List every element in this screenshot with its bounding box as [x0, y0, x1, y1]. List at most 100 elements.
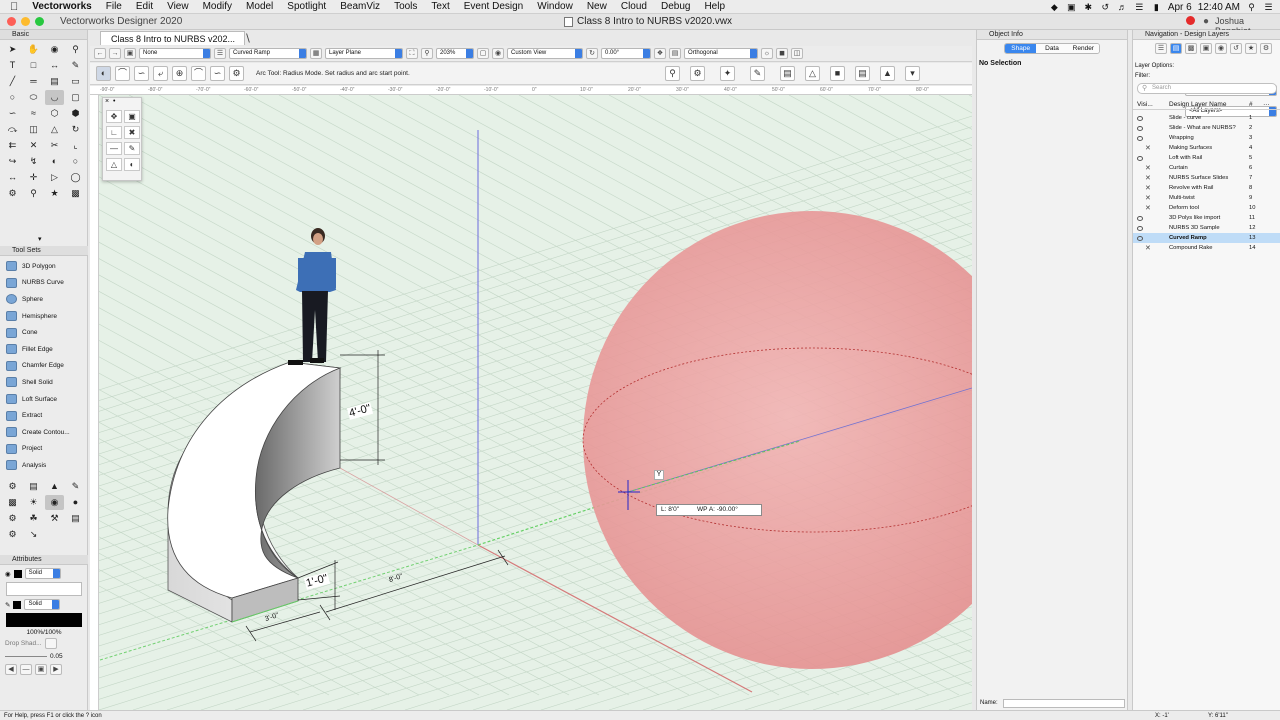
arc-center-mode-icon[interactable]: ⊕ — [172, 66, 187, 81]
zoom-dropdown[interactable]: 203% — [436, 48, 474, 59]
snap-loupe-icon[interactable]: ⚲ — [665, 66, 680, 81]
layer-name[interactable]: Slide - curve — [1169, 115, 1201, 121]
offset-tool-icon[interactable]: ◫ — [24, 122, 43, 137]
flyover-tool-icon[interactable]: ◉ — [45, 42, 64, 57]
nav-references-icon[interactable]: ↺ — [1230, 43, 1242, 54]
visible-eye-icon[interactable] — [1137, 115, 1143, 121]
arc-chord-mode-icon[interactable]: ⌒ — [191, 66, 206, 81]
arc-radius-mode-icon[interactable]: ◐ — [96, 66, 111, 81]
layer-row[interactable]: Wrapping 3 — [1133, 133, 1280, 143]
wp-plane-icon[interactable]: △ — [106, 158, 122, 171]
wp-rotate-icon[interactable]: ∟ — [106, 126, 122, 139]
menu-event-design[interactable]: Event Design — [464, 1, 523, 12]
drawing-canvas[interactable]: 4'-0" 1'-0" 8'-0" 3'-0" Y L: 8'0" WP A: … — [99, 95, 972, 710]
view-dropdown[interactable]: Custom View — [507, 48, 583, 59]
nav-symbols-icon[interactable]: ★ — [1245, 43, 1257, 54]
arrow-start-icon[interactable]: ◀ — [5, 664, 17, 675]
symbol-tool-icon[interactable]: ★ — [45, 186, 64, 201]
layer-name[interactable]: Curved Ramp — [1169, 235, 1207, 241]
visible-eye-icon[interactable] — [1137, 215, 1143, 221]
arc-double-point-mode-icon[interactable]: ∽ — [210, 66, 225, 81]
toolset-loft-surface[interactable]: Loft Surface — [0, 391, 88, 408]
layer-name[interactable]: Curtain — [1169, 165, 1188, 171]
toolset-fillet-edge[interactable]: Fillet Edge — [0, 341, 88, 358]
layer-name[interactable]: Multi-twist — [1169, 195, 1195, 201]
visualization-icon[interactable]: ☀ — [24, 495, 43, 510]
sheet-metal-icon[interactable]: ▤ — [66, 511, 85, 526]
snap-edge-icon[interactable]: ✎ — [750, 66, 765, 81]
plane-icon[interactable]: ▦ — [310, 48, 322, 59]
class-dropdown[interactable]: None — [139, 48, 211, 59]
double-line-tool-icon[interactable]: ═ — [24, 74, 43, 89]
menu-help[interactable]: Help — [704, 1, 725, 12]
machine-design-icon[interactable]: ⚙ — [3, 511, 22, 526]
line-type-icon[interactable]: — — [20, 664, 32, 675]
locus-tool-icon[interactable]: ✛ — [24, 170, 43, 185]
palette-collapse-icon[interactable]: • — [113, 98, 115, 105]
arc-three-point-mode-icon[interactable]: ⌒ — [115, 66, 130, 81]
zoom-fit-icon[interactable]: ⛶ — [406, 48, 418, 59]
layer-row[interactable]: NURBS 3D Sample 12 — [1133, 223, 1280, 233]
layer-search-input[interactable]: ⚲ Search — [1137, 83, 1277, 94]
dimension-tool-icon[interactable]: ↔ — [45, 58, 64, 73]
snap-plane-icon[interactable]: ▤ — [855, 66, 870, 81]
volume-icon[interactable]: ♬ — [1117, 2, 1128, 12]
render-mode-icon[interactable]: ◉ — [492, 48, 504, 59]
split-tool-icon[interactable]: ✕ — [24, 138, 43, 153]
layer-row[interactable]: ✕ Multi-twist 9 — [1133, 193, 1280, 203]
layer-name[interactable]: Wrapping — [1169, 135, 1194, 141]
wall-tool-icon[interactable]: ▤ — [45, 74, 64, 89]
toolset-3d-polygon[interactable]: 3D Polygon — [0, 258, 88, 275]
menu-model[interactable]: Model — [246, 1, 273, 12]
nav-design-layers-icon[interactable]: ▤ — [1170, 43, 1182, 54]
selection-tool-icon[interactable]: ➤ — [3, 42, 22, 57]
toolset-sphere[interactable]: Sphere — [0, 291, 88, 308]
wp-edit-icon[interactable]: ✎ — [124, 142, 140, 155]
line-tool-icon[interactable]: ╱ — [3, 74, 22, 89]
snap-cube-icon[interactable]: ■ — [830, 66, 845, 81]
nav-classes-icon[interactable]: ☰ — [1155, 43, 1167, 54]
layer-name[interactable]: NURBS 3D Sample — [1169, 225, 1220, 231]
fill-swatch[interactable] — [13, 569, 22, 578]
toolset-nurbs-curve[interactable]: NURBS Curve — [0, 275, 88, 292]
zoom-icon[interactable]: ⚲ — [421, 48, 433, 59]
wp-view-icon[interactable]: ◐ — [124, 158, 140, 171]
toolset-chamfer-edge[interactable]: Chamfer Edge — [0, 358, 88, 375]
layer-name[interactable]: Deform tool — [1169, 205, 1199, 211]
polyline-tool-icon[interactable]: ∽ — [3, 106, 22, 121]
layer-row[interactable]: 3D Polys like import 11 — [1133, 213, 1280, 223]
fill-style-dropdown[interactable]: Solid — [24, 568, 61, 579]
plane-dropdown[interactable]: Layer Plane — [325, 48, 403, 59]
tab-shape[interactable]: Shape — [1005, 44, 1037, 53]
spiral-tool-icon[interactable]: ⤼ — [3, 122, 22, 137]
snap-chevron-down-icon[interactable]: ▾ — [905, 66, 920, 81]
pen-style-dropdown[interactable]: Solid — [24, 599, 61, 610]
menu-debug[interactable]: Debug — [661, 1, 690, 12]
connect-tool-icon[interactable]: ↯ — [24, 154, 43, 169]
hidden-x-icon[interactable]: ✕ — [1145, 144, 1151, 152]
pen-icon[interactable]: ✎ — [5, 601, 10, 609]
toolset-create-contours[interactable]: Create Contou... — [0, 424, 88, 441]
spotlight-icon[interactable]: ● — [66, 495, 85, 510]
dims-icon[interactable]: ▤ — [24, 479, 43, 494]
menu-date[interactable]: Apr 6 — [1168, 2, 1192, 13]
nav-viewports-icon[interactable]: ▣ — [1200, 43, 1212, 54]
layer-name[interactable]: 3D Polys like import — [1169, 215, 1220, 221]
layer-name[interactable]: Loft with Rail — [1169, 155, 1202, 161]
menu-edit[interactable]: Edit — [136, 1, 153, 12]
window-minimize-button[interactable] — [21, 17, 30, 26]
menu-text[interactable]: Text — [431, 1, 449, 12]
snap-box-icon[interactable]: ▤ — [780, 66, 795, 81]
move-by-points-tool-icon[interactable]: ↔ — [3, 170, 22, 185]
line-weight-slider[interactable] — [5, 656, 47, 657]
menu-view[interactable]: View — [167, 1, 189, 12]
snap-working-plane-icon[interactable]: ▲ — [880, 66, 895, 81]
layer-name[interactable]: NURBS Surface Slides — [1169, 175, 1228, 181]
layer-name[interactable]: Making Surfaces — [1169, 145, 1212, 151]
wp-set-icon[interactable]: ▣ — [124, 110, 140, 123]
angle-field[interactable]: 0.00° — [601, 48, 651, 59]
layer-row[interactable]: ✕ NURBS Surface Slides 7 — [1133, 173, 1280, 183]
nav-saved-views-icon[interactable]: ◉ — [1215, 43, 1227, 54]
notification-icon[interactable] — [1186, 16, 1195, 25]
building-shell-icon[interactable]: ⚙ — [3, 479, 22, 494]
